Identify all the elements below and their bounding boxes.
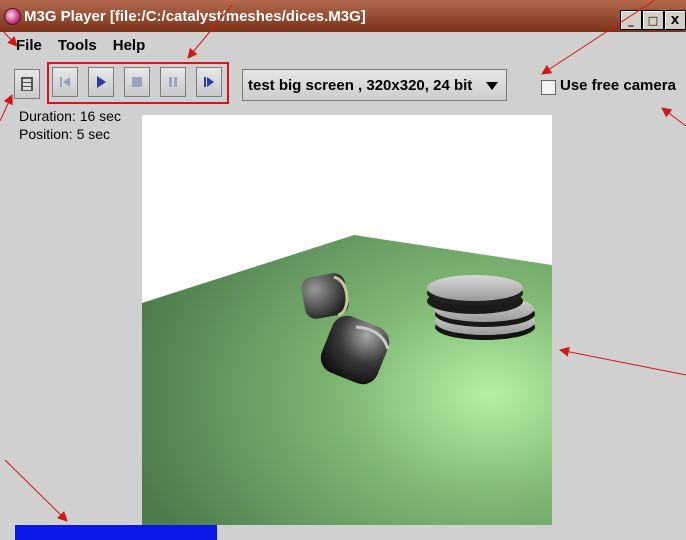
rewind-icon xyxy=(60,77,70,87)
stop-icon xyxy=(132,77,142,87)
step-forward-icon xyxy=(204,77,214,87)
app-icon xyxy=(4,8,21,25)
playback-progress-bar[interactable] xyxy=(15,525,217,540)
title-bar: M3G Player [file:/C:/catalyst/meshes/dic… xyxy=(0,0,686,32)
menu-help[interactable]: Help xyxy=(113,37,146,54)
rewind-button[interactable] xyxy=(52,67,78,97)
play-button[interactable] xyxy=(88,67,114,97)
menu-bar: File Tools Help xyxy=(0,32,686,58)
film-icon xyxy=(21,77,33,91)
play-icon xyxy=(97,76,106,88)
position-text: Position: 5 sec xyxy=(19,126,111,142)
screen-mode-select[interactable]: test big screen , 320x320, 24 bit xyxy=(242,69,507,101)
maximize-button[interactable]: □ xyxy=(642,10,664,30)
window-title: M3G Player [file:/C:/catalyst/meshes/dic… xyxy=(24,8,366,25)
menu-file[interactable]: File xyxy=(16,37,42,54)
pause-button[interactable] xyxy=(160,67,186,97)
scene-render xyxy=(142,235,552,525)
coin-stack xyxy=(427,275,535,340)
m3g-player-window: M3G Player [file:/C:/catalyst/meshes/dic… xyxy=(0,0,686,540)
screen-mode-value: test big screen , 320x320, 24 bit xyxy=(248,77,473,94)
dice-back xyxy=(301,273,349,319)
stop-button[interactable] xyxy=(124,67,150,97)
open-file-button[interactable] xyxy=(14,69,40,99)
window-controls: _ □ X xyxy=(620,10,686,30)
close-button[interactable]: X xyxy=(664,10,686,30)
free-camera-label: Use free camera xyxy=(560,77,676,94)
duration-text: Duration: 16 sec xyxy=(19,108,121,124)
pause-icon xyxy=(169,77,177,87)
menu-tools[interactable]: Tools xyxy=(58,37,97,54)
free-camera-checkbox[interactable] xyxy=(541,80,556,95)
render-viewport[interactable] xyxy=(142,115,552,525)
minimize-button[interactable]: _ xyxy=(620,10,642,30)
step-forward-button[interactable] xyxy=(196,67,222,97)
chevron-down-icon xyxy=(486,82,498,90)
